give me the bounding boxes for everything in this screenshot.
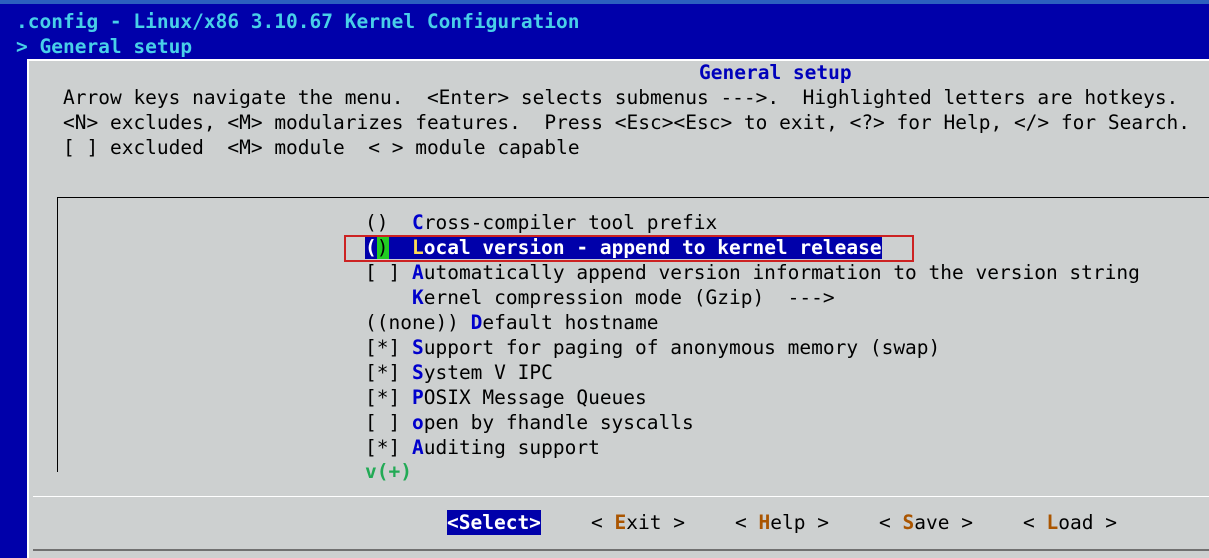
more-indicator: v(+): [365, 460, 412, 483]
button-label: oad: [1058, 511, 1094, 534]
bottom-border: [33, 549, 1209, 551]
help-line-2: <N> excludes, <M> modularizes features. …: [63, 111, 1191, 134]
menu-item-auditing[interactable]: [*] Auditing support: [365, 435, 600, 460]
button-bracket: <: [735, 511, 759, 534]
item-prefix: ((none)): [365, 311, 471, 334]
help-line-1: Arrow keys navigate the menu. <Enter> se…: [63, 86, 1179, 109]
item-hotkey: S: [411, 361, 424, 384]
item-label: ernel compression mode (Gzip) --->: [423, 286, 835, 309]
item-hotkey: D: [470, 311, 483, 334]
item-label: pen by fhandle syscalls: [423, 411, 694, 434]
button-bracket: <: [879, 511, 903, 534]
item-label: uditing support: [423, 436, 600, 459]
item-prefix: [*]: [365, 336, 412, 359]
item-prefix: [ ]: [365, 411, 412, 434]
button-hotkey: L: [1046, 511, 1059, 534]
button-bracket: >: [661, 511, 685, 534]
item-hotkey: P: [411, 386, 424, 409]
button-hotkey: S: [902, 511, 915, 534]
help-button[interactable]: < Help >: [735, 510, 829, 535]
button-hotkey: H: [758, 511, 771, 534]
menu-item-auto-append-version[interactable]: [ ] Automatically append version informa…: [365, 260, 1140, 285]
item-prefix: [365, 286, 412, 309]
button-label: ave: [914, 511, 950, 534]
breadcrumb: > General setup: [16, 35, 193, 58]
item-hotkey: C: [411, 211, 424, 234]
menu-item-posix-mqueue[interactable]: [*] POSIX Message Queues: [365, 385, 647, 410]
item-label: ross-compiler tool prefix: [423, 211, 718, 234]
annotation-highlight-box: [344, 235, 914, 262]
button-label: elp: [770, 511, 806, 534]
button-bracket: >: [805, 511, 829, 534]
exit-button[interactable]: < Exit >: [591, 510, 685, 535]
window-title: .config - Linux/x86 3.10.67 Kernel Confi…: [16, 10, 580, 33]
menu-item-fhandle-syscalls[interactable]: [ ] open by fhandle syscalls: [365, 410, 694, 435]
item-prefix: (): [365, 211, 412, 234]
save-button[interactable]: < Save >: [879, 510, 973, 535]
menu-item-cross-compiler[interactable]: () Cross-compiler tool prefix: [365, 210, 717, 235]
button-hotkey: E: [614, 511, 627, 534]
item-prefix: [*]: [365, 436, 412, 459]
item-hotkey: o: [411, 411, 424, 434]
item-hotkey: K: [411, 286, 424, 309]
load-button[interactable]: < Load >: [1023, 510, 1117, 535]
help-line-3: [ ] excluded <M> module < > module capab…: [63, 136, 580, 159]
item-label: utomatically append version information …: [423, 261, 1140, 284]
item-label: OSIX Message Queues: [423, 386, 647, 409]
item-prefix: [*]: [365, 361, 412, 384]
menu-item-kernel-compression[interactable]: Kernel compression mode (Gzip) --->: [365, 285, 835, 310]
button-bracket: >: [1093, 511, 1117, 534]
item-label: efault hostname: [482, 311, 659, 334]
item-label: ystem V IPC: [423, 361, 553, 384]
select-button[interactable]: <Select>: [447, 510, 541, 535]
top-strip: [0, 0, 1209, 4]
item-prefix: [*]: [365, 386, 412, 409]
button-separator: [33, 496, 1209, 497]
button-bracket: <: [1023, 511, 1047, 534]
button-bracket: <: [591, 511, 615, 534]
menu-item-sysv-ipc[interactable]: [*] System V IPC: [365, 360, 553, 385]
menu-item-swap[interactable]: [*] Support for paging of anonymous memo…: [365, 335, 940, 360]
item-hotkey: A: [411, 436, 424, 459]
menu-item-default-hostname[interactable]: ((none)) Default hostname: [365, 310, 659, 335]
button-bracket: >: [949, 511, 973, 534]
item-prefix: [ ]: [365, 261, 412, 284]
item-label: upport for paging of anonymous memory (s…: [423, 336, 941, 359]
button-label: xit: [626, 511, 662, 534]
dialog-title: General setup: [699, 61, 852, 84]
terminal-window: { "window": { "title": ".config - Linux/…: [0, 0, 1209, 558]
item-hotkey: S: [411, 336, 424, 359]
item-hotkey: A: [411, 261, 424, 284]
